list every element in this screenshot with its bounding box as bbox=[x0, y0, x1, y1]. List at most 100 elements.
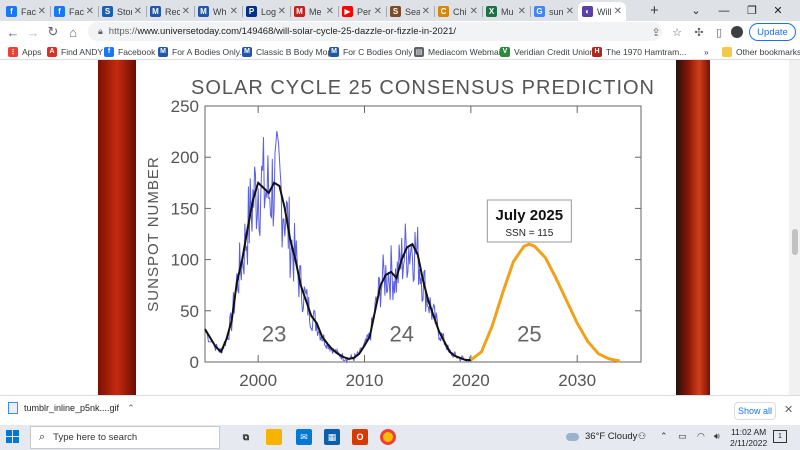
youtube-icon: ▶ bbox=[342, 6, 353, 17]
close-icon[interactable]: ✕ bbox=[784, 403, 793, 416]
tab-2[interactable]: S Store✕ bbox=[98, 2, 146, 21]
tab-label: Facebook bbox=[21, 6, 36, 17]
chevron-up-icon[interactable]: ⌃ bbox=[660, 431, 668, 442]
bookmarks-bar: ⋮ Apps A Find ANDY f Facebook M For A Bodies On… bbox=[0, 43, 800, 60]
close-icon[interactable]: ✕ bbox=[134, 6, 142, 17]
bookmark-5[interactable]: M For C Bodies Only bbox=[329, 45, 412, 58]
scrollbar-track[interactable] bbox=[789, 60, 800, 395]
close-icon[interactable]: ✕ bbox=[38, 6, 46, 17]
tab-12[interactable]: ◐ Will ✕ bbox=[578, 2, 626, 21]
bookmark-2[interactable]: f Facebook bbox=[104, 45, 155, 58]
windows-start-icon[interactable] bbox=[6, 430, 20, 444]
bookmark-star-icon[interactable]: ☆ bbox=[668, 23, 686, 41]
office-icon[interactable]: O bbox=[352, 429, 368, 445]
chevron-up-icon[interactable]: ⌃ bbox=[127, 403, 135, 414]
bookmark-3[interactable]: M For A Bodies Only... bbox=[158, 45, 247, 58]
wifi-icon[interactable]: ◠ bbox=[697, 431, 705, 442]
bookmark-label: For C Bodies Only bbox=[343, 46, 413, 57]
close-icon[interactable]: ✕ bbox=[182, 6, 190, 17]
tab-0[interactable]: f Facebook✕ bbox=[2, 2, 50, 21]
close-icon[interactable]: ✕ bbox=[374, 6, 382, 17]
task-view-icon[interactable]: ⧉ bbox=[238, 429, 254, 445]
tab-label: Wh bbox=[213, 6, 227, 17]
smoothed-sunspot-line bbox=[204, 180, 471, 361]
taskbar-search-placeholder: Type here to search bbox=[53, 432, 138, 443]
bookmark-4[interactable]: M Classic B Body Mop... bbox=[242, 45, 339, 58]
bookmark-1[interactable]: A Find ANDY bbox=[47, 45, 103, 58]
tab-1[interactable]: f Facebook✕ bbox=[50, 2, 98, 21]
y-tick-label: 150 bbox=[171, 199, 199, 218]
tab-9[interactable]: C Chi ✕ bbox=[434, 2, 482, 21]
window-close-icon[interactable]: ✕ bbox=[764, 0, 792, 21]
chrome-icon[interactable] bbox=[380, 429, 396, 445]
weather-widget[interactable]: 36°F Cloudy bbox=[566, 431, 637, 442]
tab-8[interactable]: S Sea ✕ bbox=[386, 2, 434, 21]
close-icon[interactable]: ✕ bbox=[614, 6, 622, 17]
scrollbar-thumb[interactable] bbox=[792, 229, 798, 255]
bookmark-8[interactable]: H The 1970 Hamtram... bbox=[592, 45, 686, 58]
minimize-icon[interactable]: — bbox=[710, 0, 738, 21]
solar-cycle-chart: SOLAR CYCLE 25 CONSENSUS PREDICTION 0 50 10… bbox=[136, 60, 676, 395]
facebook-icon: f bbox=[54, 6, 65, 17]
close-icon[interactable]: ✕ bbox=[566, 6, 574, 17]
cycle-label-23: 23 bbox=[262, 322, 286, 347]
close-icon[interactable]: ✕ bbox=[470, 6, 478, 17]
bookmark-label: Facebook bbox=[118, 46, 156, 57]
close-icon[interactable]: ✕ bbox=[278, 6, 286, 17]
other-bookmarks[interactable]: Other bookmarks bbox=[722, 45, 800, 58]
x-tick-label: 2030 bbox=[558, 371, 596, 390]
share-icon[interactable]: ⇪ bbox=[647, 23, 665, 41]
weather-text: 36°F Cloudy bbox=[585, 431, 638, 442]
close-icon[interactable]: ✕ bbox=[422, 6, 430, 17]
tab-label: Will bbox=[597, 6, 612, 17]
lock-icon[interactable]: 🔒︎ bbox=[98, 26, 103, 37]
mail-icon[interactable]: ✉ bbox=[296, 429, 312, 445]
close-icon[interactable]: ✕ bbox=[326, 6, 334, 17]
new-tab-icon[interactable]: + bbox=[650, 2, 659, 19]
tab-4[interactable]: M Wh ✕ bbox=[194, 2, 242, 21]
home-icon[interactable]: ⌂ bbox=[64, 23, 82, 41]
close-icon[interactable]: ✕ bbox=[230, 6, 238, 17]
windows-taskbar: ⌕ Type here to search ⧉ ✉ ▦ O 36°F Cloud… bbox=[0, 425, 800, 450]
bookmark-0[interactable]: ⋮ Apps bbox=[8, 45, 41, 58]
address-bar[interactable]: 🔒︎ https://www.universetoday.com/149468/… bbox=[88, 22, 662, 41]
tab-7[interactable]: ▶ Per ✕ bbox=[338, 2, 386, 21]
extensions-puzzle-icon[interactable]: ✣ bbox=[690, 23, 708, 41]
x-tick-label: 2010 bbox=[346, 371, 384, 390]
tab-11[interactable]: Gsun ✕ bbox=[530, 2, 578, 21]
back-arrow-icon[interactable]: ← bbox=[4, 23, 22, 41]
universe-today-icon: ◐ bbox=[582, 6, 593, 17]
clock-date: 2/11/2022 bbox=[730, 438, 768, 448]
store-icon[interactable]: ▦ bbox=[324, 429, 340, 445]
people-icon[interactable]: ⚇ bbox=[638, 431, 646, 442]
volume-icon[interactable]: 🔊︎ bbox=[714, 431, 720, 442]
notification-icon[interactable]: 1 bbox=[773, 430, 787, 443]
bookmark-6[interactable]: ▤ Mediacom Webmai... bbox=[414, 45, 508, 58]
x-tick-label: 2000 bbox=[239, 371, 277, 390]
tab-label: sun bbox=[549, 6, 564, 17]
document-icon: ▤ bbox=[414, 46, 424, 57]
profile-avatar[interactable] bbox=[731, 26, 743, 38]
bookmarks-overflow-chevron[interactable]: » bbox=[704, 45, 709, 58]
update-button[interactable]: Update bbox=[749, 23, 796, 41]
mopar-icon: M bbox=[198, 6, 209, 17]
system-clock[interactable]: 11:02 AM 2/11/2022 bbox=[730, 427, 767, 449]
side-panel-icon[interactable]: ▯ bbox=[710, 23, 728, 41]
close-icon[interactable]: ✕ bbox=[86, 6, 94, 17]
file-explorer-icon[interactable] bbox=[266, 429, 282, 445]
battery-icon[interactable]: ▭ bbox=[678, 431, 687, 442]
close-icon[interactable]: ✕ bbox=[518, 6, 526, 17]
restore-icon[interactable]: ❐ bbox=[738, 0, 766, 21]
store-icon: S bbox=[102, 6, 113, 17]
reload-icon[interactable]: ↻ bbox=[44, 23, 62, 41]
show-all-button[interactable]: Show all bbox=[734, 402, 776, 420]
bookmark-7[interactable]: V Veridian Credit Union bbox=[500, 45, 594, 58]
download-item[interactable]: tumblr_inline_p5nk....gif ⌃ bbox=[8, 402, 135, 414]
tab-10[interactable]: X Mu ✕ bbox=[482, 2, 530, 21]
tab-3[interactable]: M Rec ✕ bbox=[146, 2, 194, 21]
tab-5[interactable]: P Log ✕ bbox=[242, 2, 290, 21]
taskbar-search-box[interactable]: ⌕ Type here to search bbox=[30, 426, 220, 449]
forward-arrow-icon[interactable]: → bbox=[24, 23, 42, 41]
tab-search-icon[interactable]: ⌄ bbox=[682, 0, 710, 21]
tab-6[interactable]: M Me ✕ bbox=[290, 2, 338, 21]
